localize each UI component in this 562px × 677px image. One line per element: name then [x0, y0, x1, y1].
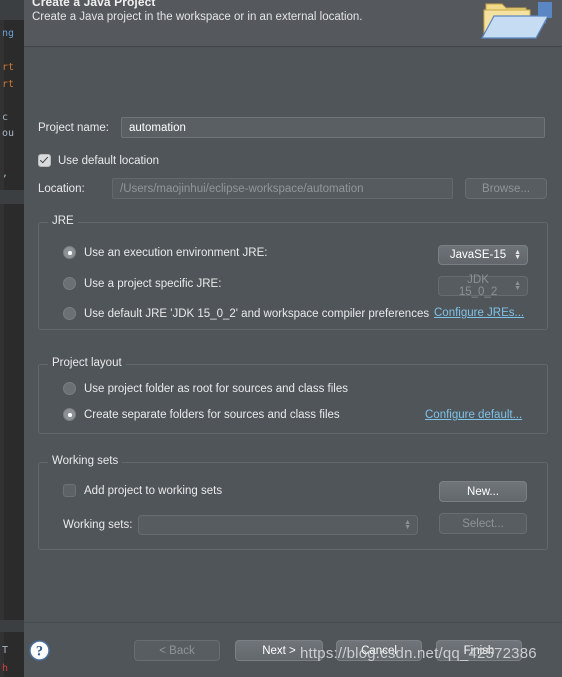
chevron-updown-icon: ▲ ▼ [514, 280, 521, 292]
chevron-updown-icon: ▲ ▼ [514, 249, 521, 261]
check-icon [39, 154, 49, 164]
project-name-row: Project name: automation [38, 117, 548, 138]
select-working-set-button[interactable]: Select... [439, 513, 527, 534]
help-question-icon[interactable]: ? [29, 640, 50, 661]
jre-project-specific-label: Use a project specific JRE: [84, 277, 222, 290]
new-java-project-dialog: Create a Java Project Create a Java proj… [24, 0, 562, 677]
project-layout-group: Project layout Use project folder as roo… [38, 357, 548, 434]
svg-text:?: ? [36, 643, 43, 659]
code-fragment: T [2, 645, 9, 656]
add-to-working-sets-checkbox[interactable] [63, 484, 76, 497]
jre-group: JRE Use an execution environment JRE: Ja… [38, 215, 548, 330]
working-sets-group: Working sets Add project to working sets… [38, 455, 548, 550]
editor-gutter [0, 0, 4, 677]
editor-band [0, 0, 24, 20]
use-default-location-row[interactable]: Use default location [38, 154, 159, 167]
dialog-title: Create a Java Project [32, 0, 156, 9]
layout-separate-folders-radio[interactable] [63, 408, 76, 421]
layout-option-project-folder[interactable]: Use project folder as root for sources a… [63, 382, 348, 395]
jre-group-title: JRE [48, 215, 78, 227]
layout-separate-folders-label: Create separate folders for sources and … [84, 408, 340, 421]
jre-execution-env-label: Use an execution environment JRE: [84, 246, 268, 259]
project-name-input[interactable]: automation [121, 117, 545, 138]
screen: ng rt rt c ou , T h Create a Java Projec… [0, 0, 562, 677]
working-sets-dropdown[interactable]: ▲ ▼ [138, 515, 418, 535]
browse-button[interactable]: Browse... [465, 178, 547, 199]
code-fragment: rt [2, 62, 15, 73]
project-name-label: Project name: [38, 121, 109, 134]
dialog-banner: Create a Java Project Create a Java proj… [24, 0, 562, 47]
project-jre-value: JDK 15_0_2 [458, 274, 498, 298]
dialog-subtitle: Create a Java project in the workspace o… [32, 11, 363, 23]
execution-env-value: JavaSE-15 [449, 249, 507, 261]
back-button[interactable]: < Back [134, 640, 220, 661]
add-to-working-sets-row[interactable]: Add project to working sets [63, 484, 222, 497]
location-input[interactable]: /Users/maojinhui/eclipse-workspace/autom… [112, 178, 453, 199]
execution-env-dropdown[interactable]: JavaSE-15 ▲ ▼ [438, 245, 528, 265]
jre-option-execution-env[interactable]: Use an execution environment JRE: [63, 246, 267, 259]
jre-option-default[interactable]: Use default JRE 'JDK 15_0_2' and workspa… [63, 307, 429, 320]
jre-default-radio[interactable] [63, 307, 76, 320]
layout-project-folder-radio[interactable] [63, 382, 76, 395]
finish-button[interactable]: Finish [436, 640, 522, 661]
cancel-button[interactable]: Cancel [336, 640, 422, 661]
new-java-project-folder-icon [480, 2, 552, 39]
dialog-footer: ? < Back Next > Cancel Finish [24, 622, 562, 677]
project-layout-group-title: Project layout [48, 357, 126, 369]
add-to-working-sets-label: Add project to working sets [84, 484, 223, 497]
jre-execution-env-radio[interactable] [63, 246, 76, 259]
layout-project-folder-label: Use project folder as root for sources a… [84, 382, 348, 395]
background-editor: ng rt rt c ou , T h [0, 0, 24, 677]
editor-band [0, 190, 24, 204]
editor-band [0, 620, 24, 632]
use-default-location-checkbox[interactable] [38, 154, 51, 167]
chevron-updown-icon: ▲ ▼ [404, 519, 411, 531]
jre-project-specific-radio[interactable] [63, 277, 76, 290]
project-jre-dropdown[interactable]: JDK 15_0_2 ▲ ▼ [438, 274, 528, 298]
location-row: Location: /Users/maojinhui/eclipse-works… [38, 178, 548, 199]
layout-option-separate-folders[interactable]: Create separate folders for sources and … [63, 408, 340, 421]
code-fragment: rt [2, 79, 15, 90]
code-fragment: , [2, 168, 9, 179]
configure-default-link[interactable]: Configure default... [425, 409, 522, 421]
code-fragment: h [2, 663, 9, 674]
working-sets-group-title: Working sets [48, 455, 123, 467]
location-label: Location: [38, 182, 85, 195]
code-fragment: c [2, 112, 9, 123]
new-working-set-button[interactable]: New... [439, 481, 527, 502]
next-button[interactable]: Next > [235, 640, 323, 661]
jre-option-project-specific[interactable]: Use a project specific JRE: [63, 277, 221, 290]
working-sets-label: Working sets: [63, 519, 133, 531]
code-fragment: ng [2, 28, 15, 39]
working-sets-select-row: Working sets: ▲ ▼ [63, 515, 418, 535]
configure-jres-link[interactable]: Configure JREs... [434, 307, 524, 319]
jre-default-label: Use default JRE 'JDK 15_0_2' and workspa… [84, 307, 430, 320]
use-default-location-label: Use default location [58, 154, 160, 167]
code-fragment: ou [2, 128, 15, 139]
